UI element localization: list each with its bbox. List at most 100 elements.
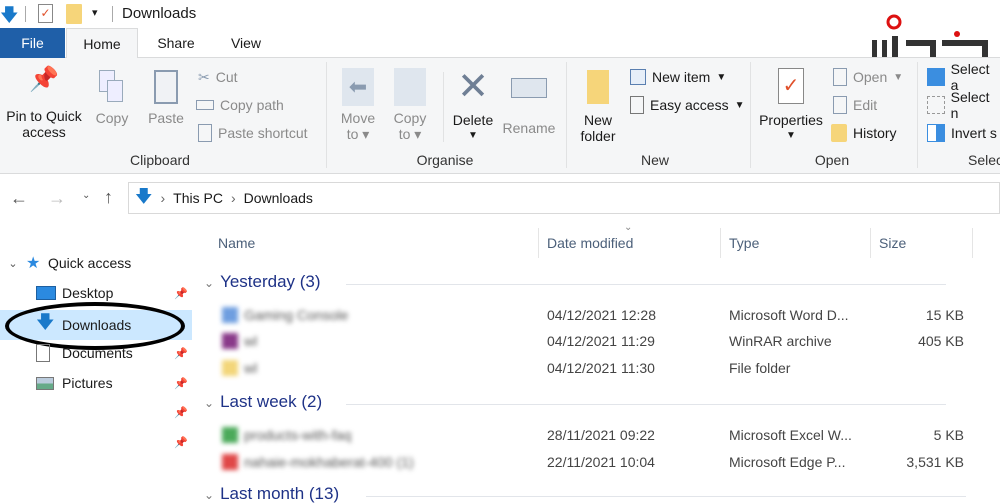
- file-date: 22/11/2021 10:04: [547, 454, 655, 470]
- file-row[interactable]: wl 04/12/2021 11:30 File folder: [196, 358, 986, 380]
- select-group-label: Selec: [968, 152, 1000, 168]
- file-type: WinRAR archive: [729, 333, 832, 349]
- history-button[interactable]: History: [831, 122, 897, 144]
- file-icon: [222, 454, 238, 470]
- tab-view[interactable]: View: [216, 28, 276, 58]
- breadcrumb-this-pc[interactable]: This PC: [173, 190, 223, 206]
- easy-access-icon: [630, 96, 644, 114]
- file-name: products-with-faq: [244, 427, 352, 443]
- column-header-type[interactable]: Type: [729, 235, 759, 251]
- nav-item-desktop[interactable]: Desktop 📌: [0, 282, 196, 304]
- rename-button[interactable]: Rename: [500, 70, 558, 136]
- file-size: 15 KB: [925, 307, 964, 323]
- pin-icon[interactable]: 📌: [174, 377, 188, 390]
- group-header[interactable]: ⌄ Yesterday (3): [204, 272, 321, 292]
- address-bar[interactable]: 🡇 › This PC › Downloads: [128, 182, 1000, 214]
- new-item-button[interactable]: New item ▼: [630, 66, 726, 88]
- file-icon: [222, 307, 238, 323]
- group-label: Last week (2): [220, 392, 323, 411]
- move-to-button[interactable]: ⬅ Move to ▾: [336, 68, 380, 142]
- file-row[interactable]: products-with-faq 28/11/2021 09:22 Microso…: [196, 425, 986, 447]
- quick-access-item[interactable]: ⌄ ★ Quick access: [0, 252, 196, 274]
- file-name: Gaming Console: [244, 307, 349, 323]
- chevron-down-icon: ⌄: [8, 257, 18, 270]
- back-button[interactable]: ←: [10, 188, 28, 209]
- tab-home[interactable]: Home: [66, 28, 138, 59]
- downloads-arrow-icon: 🡇: [135, 186, 153, 206]
- properties-button[interactable]: ✓ Properties ▼: [756, 68, 826, 144]
- recent-locations-button[interactable]: ⌄: [82, 190, 90, 201]
- open-button[interactable]: Open ▼: [833, 66, 903, 88]
- column-header-name[interactable]: Name: [218, 235, 255, 251]
- group-divider: [346, 404, 946, 405]
- history-icon: [831, 124, 847, 142]
- edit-button[interactable]: Edit: [833, 94, 877, 116]
- properties-quick-icon[interactable]: ✓: [38, 4, 53, 23]
- invert-selection-button[interactable]: Invert s: [927, 122, 997, 144]
- breadcrumb-downloads[interactable]: Downloads: [244, 190, 313, 206]
- copy-to-button[interactable]: Copy to ▾: [388, 68, 432, 142]
- edit-icon: [833, 96, 847, 114]
- column-header-size[interactable]: Size: [879, 235, 906, 251]
- paste-button[interactable]: Paste: [146, 70, 186, 126]
- file-type: Microsoft Excel W...: [729, 427, 852, 443]
- file-type: File folder: [729, 360, 791, 376]
- forward-button[interactable]: →: [48, 188, 66, 209]
- delete-button[interactable]: ✕ Delete ▼: [450, 66, 496, 144]
- documents-icon: [36, 344, 50, 362]
- file-date: 28/11/2021 09:22: [547, 427, 655, 443]
- group-divider: [346, 284, 946, 285]
- select-none-icon: [927, 96, 945, 114]
- column-header-date[interactable]: Date modified: [547, 235, 633, 251]
- group-header[interactable]: ⌄ Last month (13): [204, 484, 339, 504]
- nav-item-pictures[interactable]: Pictures 📌: [0, 372, 196, 394]
- move-to-icon: ⬅: [342, 68, 374, 106]
- pin-icon[interactable]: 📌: [174, 347, 188, 360]
- copy-path-button[interactable]: Copy path: [196, 94, 284, 116]
- organise-group-label: Organise: [416, 152, 474, 168]
- nav-item-documents[interactable]: Documents 📌: [0, 342, 196, 364]
- select-none-button[interactable]: Select n: [927, 89, 1000, 121]
- customize-toolbar-icon[interactable]: ▾: [92, 6, 98, 19]
- scissors-icon: ✂: [198, 68, 210, 85]
- new-folder-button[interactable]: New folder: [574, 70, 622, 144]
- up-button[interactable]: ↑: [104, 187, 113, 208]
- file-name: wl: [244, 333, 258, 349]
- rename-icon: [511, 78, 547, 98]
- group-label: Yesterday (3): [220, 272, 321, 291]
- file-row[interactable]: wl 04/12/2021 11:29 WinRAR archive 405 KB: [196, 331, 986, 353]
- pin-icon[interactable]: 📌: [174, 287, 188, 300]
- file-row[interactable]: Gaming Console 04/12/2021 12:28 Microsoft …: [196, 305, 986, 327]
- group-header[interactable]: ⌄ Last week (2): [204, 392, 322, 412]
- open-group-label: Open: [814, 152, 850, 168]
- select-all-button[interactable]: Select a: [927, 61, 1000, 93]
- easy-access-button[interactable]: Easy access ▼: [630, 94, 745, 116]
- cut-button[interactable]: ✂ Cut: [198, 66, 238, 88]
- copy-button[interactable]: Copy: [92, 70, 132, 126]
- paste-shortcut-button[interactable]: Paste shortcut: [198, 122, 308, 144]
- navigation-pane: ⌄ ★ Quick access Desktop 📌 🡇 Downloads D…: [0, 222, 196, 500]
- clipboard-group-label: Clipboard: [130, 152, 190, 168]
- file-date: 04/12/2021 11:30: [547, 360, 655, 376]
- file-size: 5 KB: [933, 427, 964, 443]
- tab-share[interactable]: Share: [146, 28, 206, 58]
- open-icon: [833, 68, 847, 86]
- properties-icon: ✓: [778, 68, 804, 104]
- select-all-icon: [927, 68, 945, 86]
- invert-selection-icon: [927, 124, 945, 142]
- pin-icon[interactable]: 📌: [174, 406, 188, 419]
- new-group-label: New: [640, 152, 669, 168]
- file-row[interactable]: nahaie-mokhaberat-400 (1) 22/11/2021 10:0…: [196, 452, 986, 474]
- pin-to-quick-access-button[interactable]: 📌 Pin to Quick access: [2, 66, 86, 141]
- file-name: wl: [244, 360, 258, 376]
- tab-file[interactable]: File: [0, 28, 65, 58]
- new-item-icon: [630, 69, 646, 85]
- file-date: 04/12/2021 11:29: [547, 333, 655, 349]
- star-icon: ★: [26, 255, 41, 272]
- pin-icon[interactable]: 📌: [174, 436, 188, 449]
- pin-icon: 📌: [29, 66, 59, 93]
- ribbon: 📌 Pin to Quick access Copy Paste ✂ Cut Co…: [0, 58, 1000, 174]
- pictures-icon: [36, 376, 54, 390]
- file-type: Microsoft Edge P...: [729, 454, 846, 470]
- new-folder-quick-icon[interactable]: [66, 4, 82, 24]
